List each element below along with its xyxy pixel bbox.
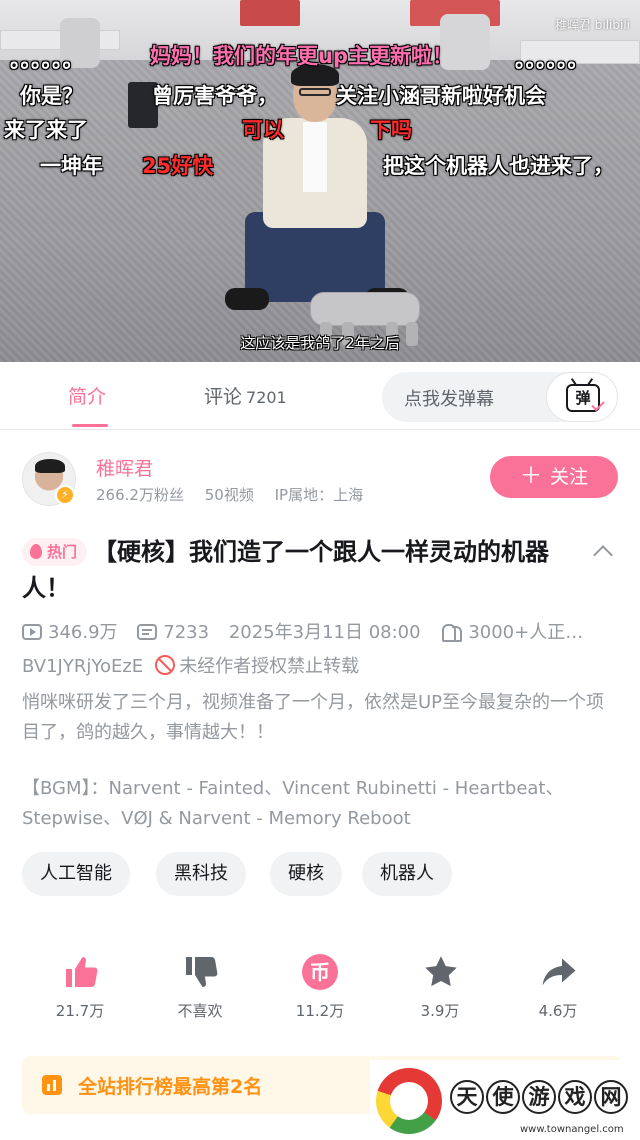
watching-count-value: 3000+人正… bbox=[468, 622, 584, 643]
video-title: 热门 【硬核】我们造了一个跟人一样灵动的机器人！ bbox=[22, 534, 582, 606]
verified-badge-icon: ⚡ bbox=[55, 485, 75, 505]
danmaku-comment: 25好快 bbox=[142, 154, 214, 178]
share-count: 4.6万 bbox=[538, 1002, 578, 1020]
tag-chip[interactable]: 机器人 bbox=[362, 852, 452, 896]
hot-badge-label: 热门 bbox=[47, 543, 78, 561]
plus-icon: ＋ bbox=[519, 464, 542, 489]
danmaku-comment: 曾厉害爷爷， bbox=[152, 84, 278, 108]
danmaku-comment: 。。。。。。 bbox=[515, 48, 589, 72]
follow-label: 关注 bbox=[550, 466, 589, 488]
no-repost-icon bbox=[155, 655, 176, 675]
uploader-ip-location: IP属地：上海 bbox=[274, 486, 364, 504]
coin-button[interactable]: 币 11.2万 bbox=[270, 950, 370, 1021]
uploader-video-count: 50视频 bbox=[204, 486, 254, 504]
view-count: 346.9万 bbox=[22, 618, 118, 644]
video-title-block: 热门 【硬核】我们造了一个跟人一样灵动的机器人！ bbox=[22, 534, 582, 606]
danmaku-comment: 可以 bbox=[242, 118, 284, 142]
danmaku-comment: 把这个机器人也进来了， bbox=[383, 154, 614, 178]
coin-count: 11.2万 bbox=[295, 1002, 345, 1020]
favorite-count: 3.9万 bbox=[420, 1002, 460, 1020]
danmaku-settings-button[interactable]: 弹 bbox=[546, 372, 618, 422]
dislike-button[interactable]: 不喜欢 bbox=[150, 950, 250, 1021]
dislike-label: 不喜欢 bbox=[177, 1002, 223, 1020]
thumbs-up-icon bbox=[66, 957, 98, 987]
danmaku-input-placeholder: 点我发弹幕 bbox=[404, 389, 494, 410]
view-count-value: 346.9万 bbox=[48, 622, 118, 643]
video-title-text: 【硬核】我们造了一个跟人一样灵动的机器人！ bbox=[22, 538, 550, 602]
chevron-up-icon[interactable] bbox=[593, 545, 613, 565]
video-watermark: 稚晖君 bilibili bbox=[554, 18, 630, 32]
ranking-chart-icon bbox=[42, 1075, 62, 1095]
danmaku-count-icon bbox=[137, 624, 158, 640]
site-logo-char: 天 bbox=[450, 1080, 484, 1114]
tab-bar: 简介 评论 7201 点我发弹幕 弹 bbox=[0, 362, 640, 430]
video-meta: 346.9万 7233 2025年3月11日 08:00 3000+人正… bbox=[22, 618, 622, 644]
site-logo-char: 戏 bbox=[558, 1080, 592, 1114]
tab-comments-count: 7201 bbox=[246, 388, 287, 407]
site-watermark-logo: 天 使 游 戏 网 www.townangel.com bbox=[370, 1060, 640, 1140]
share-arrow-icon bbox=[542, 958, 576, 986]
uploader-fans: 266.2万粉丝 bbox=[96, 486, 184, 504]
danmaku-comment: 妈妈！我们的年更up主更新啦！ bbox=[150, 44, 453, 68]
danmaku-count-value: 7233 bbox=[163, 622, 210, 643]
favorite-button[interactable]: 3.9万 bbox=[390, 950, 490, 1021]
video-description: 悄咪咪研发了三个月，视频准备了一个月，依然是UP至今最复杂的一个项目了，鸽的越久… bbox=[22, 692, 605, 743]
tab-comments[interactable]: 评论 7201 bbox=[204, 382, 287, 409]
video-bgm-credits: 【BGM】：Narvent - Fainted、Vincent Rubinett… bbox=[22, 778, 564, 829]
flame-icon bbox=[30, 544, 42, 559]
bvid[interactable]: BV1JYRjYoEzE bbox=[22, 656, 143, 677]
thumbs-down-icon bbox=[186, 957, 218, 987]
site-logo-swirl-icon bbox=[376, 1068, 442, 1134]
danmaku-comment: 来了来了 bbox=[4, 118, 88, 142]
video-meta-secondary: BV1JYRjYoEzE 未经作者授权禁止转载 bbox=[22, 652, 359, 678]
site-logo-char: 网 bbox=[594, 1080, 628, 1114]
uploader-name[interactable]: 稚晖君 bbox=[96, 454, 153, 481]
play-count-icon bbox=[22, 624, 42, 640]
like-count: 21.7万 bbox=[55, 1002, 105, 1020]
video-subtitle: 这应该是我鸽了2年之后 bbox=[240, 334, 400, 352]
watching-count: 3000+人正… bbox=[440, 618, 583, 644]
like-button[interactable]: 21.7万 bbox=[30, 950, 130, 1021]
danmaku-comment: 下吗 bbox=[370, 118, 412, 142]
publish-date: 2025年3月11日 08:00 bbox=[228, 622, 421, 643]
site-watermark-url: www.townangel.com bbox=[520, 1124, 624, 1135]
uploader-row: ⚡ 稚晖君 266.2万粉丝 50视频 IP属地：上海 ＋ 关注 bbox=[0, 440, 640, 518]
danmaku-comment: 关注小涵哥新啦好机会 bbox=[336, 84, 546, 108]
people-icon bbox=[440, 624, 463, 642]
tab-comments-label: 评论 bbox=[204, 386, 243, 408]
tag-chip[interactable]: 人工智能 bbox=[22, 852, 130, 896]
hot-badge[interactable]: 热门 bbox=[22, 538, 88, 566]
coin-icon: 币 bbox=[302, 954, 338, 990]
tag-chip[interactable]: 黑科技 bbox=[156, 852, 246, 896]
tab-active-indicator bbox=[72, 424, 108, 427]
site-logo-char: 游 bbox=[522, 1080, 556, 1114]
danmaku-comment: 一坤年 bbox=[40, 154, 103, 178]
danmaku-input[interactable]: 点我发弹幕 弹 bbox=[382, 372, 618, 422]
copyright-notice: 未经作者授权禁止转载 bbox=[179, 656, 360, 677]
danmaku-comment: 。。。。。。 bbox=[10, 48, 84, 72]
star-icon bbox=[425, 956, 457, 987]
share-button[interactable]: 4.6万 bbox=[508, 950, 608, 1021]
video-red-shelf bbox=[240, 0, 300, 26]
action-bar: 21.7万 不喜欢 币 11.2万 3.9万 4.6万 bbox=[0, 950, 640, 1030]
video-player[interactable]: 稚晖君 bilibili 。。。。。。 妈妈！我们的年更up主更新啦！ 。。。。… bbox=[0, 0, 640, 362]
uploader-stats: 266.2万粉丝 50视频 IP属地：上海 bbox=[96, 484, 379, 505]
ranking-text: 全站排行榜最高第2名 bbox=[78, 1076, 263, 1098]
danmaku-count: 7233 bbox=[137, 622, 209, 643]
danmaku-comment: 你是？ bbox=[20, 84, 83, 108]
follow-button[interactable]: ＋ 关注 bbox=[490, 456, 618, 498]
site-logo-char: 使 bbox=[486, 1080, 520, 1114]
tab-intro[interactable]: 简介 bbox=[68, 382, 106, 409]
tag-chip[interactable]: 硬核 bbox=[270, 852, 342, 896]
